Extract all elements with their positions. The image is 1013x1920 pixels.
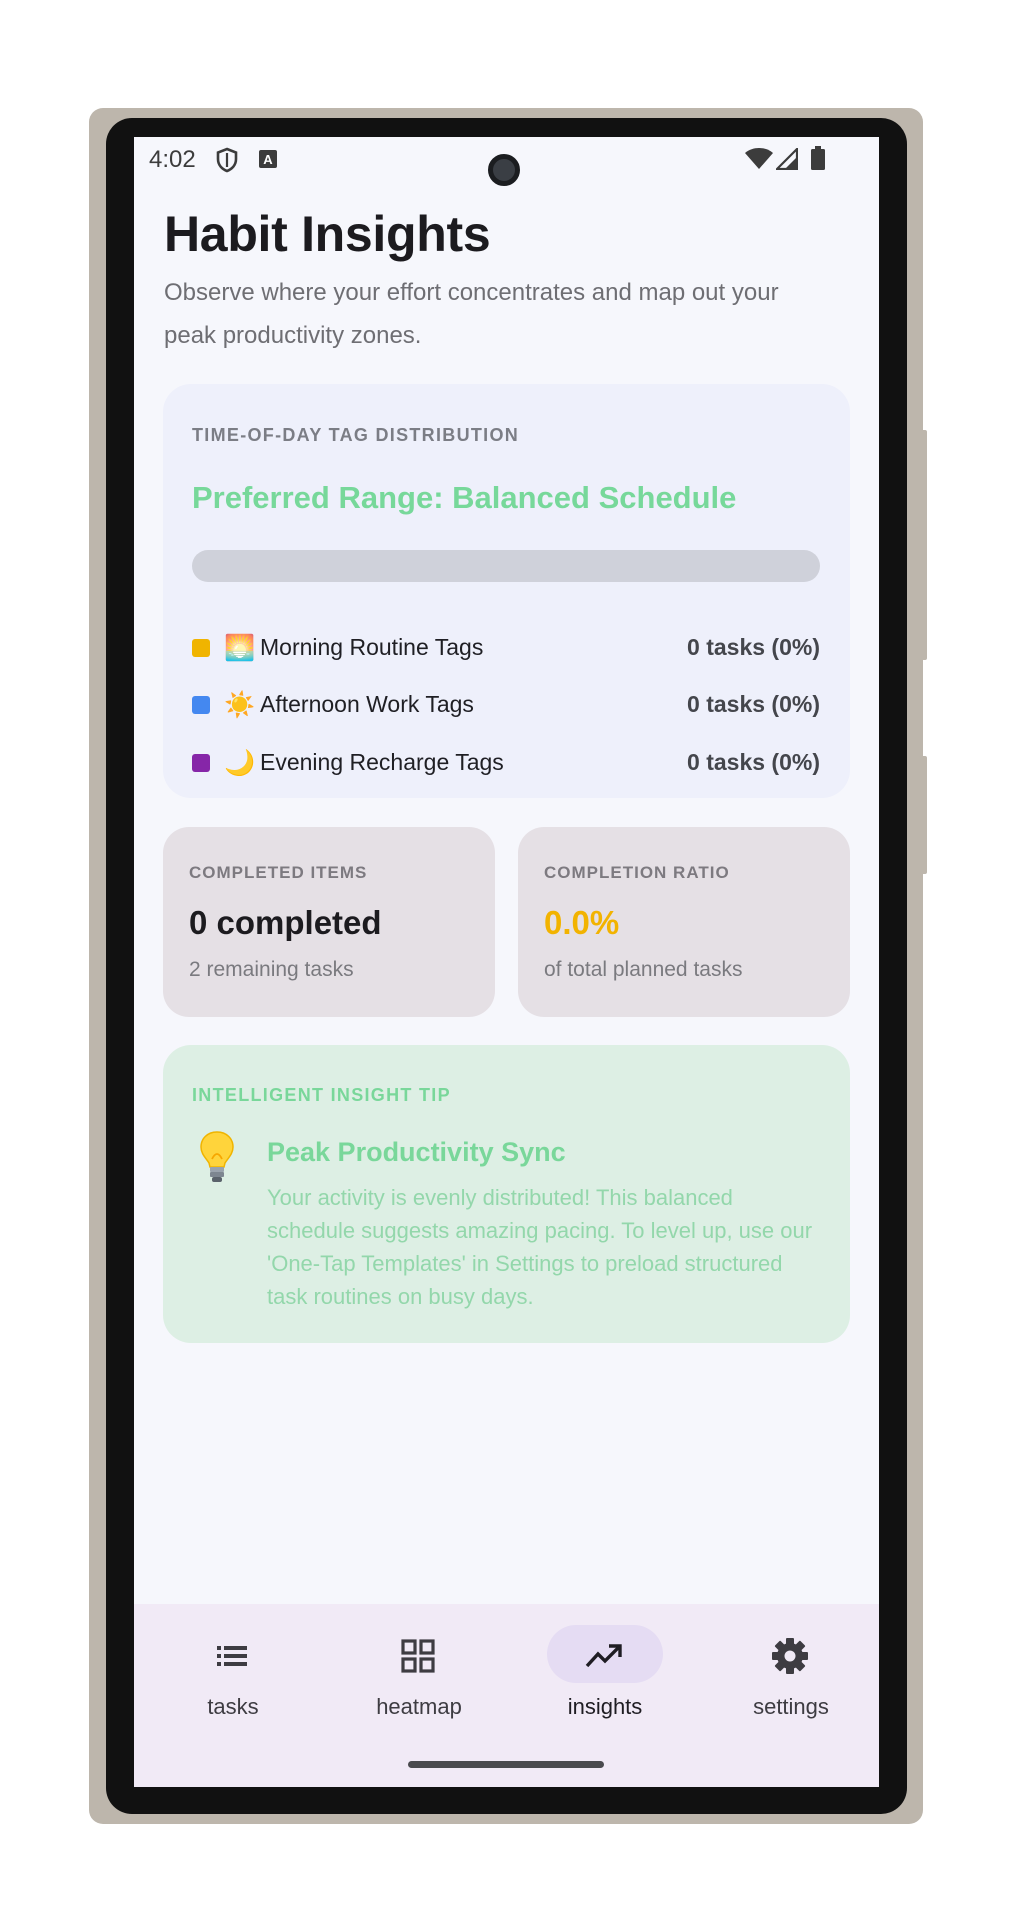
trending-up-icon	[584, 1636, 624, 1676]
ratio-sub: of total planned tasks	[544, 958, 743, 981]
distribution-bar	[192, 550, 820, 582]
completion-ratio-card: COMPLETION RATIO 0.0% of total planned t…	[518, 827, 850, 1017]
completed-items-card: COMPLETED ITEMS 0 completed 2 remaining …	[163, 827, 495, 1017]
nav-label: heatmap	[376, 1694, 462, 1719]
battery-icon	[810, 146, 826, 175]
legend-row-morning: 🌅 Morning Routine Tags 0 tasks (0%)	[192, 631, 820, 665]
tip-caption: INTELLIGENT INSIGHT TIP	[192, 1085, 451, 1105]
legend-value: 0 tasks (0%)	[687, 749, 820, 775]
nav-tasks[interactable]: tasks	[134, 1604, 320, 1734]
list-icon	[212, 1636, 252, 1676]
wifi-icon	[745, 148, 773, 175]
moon-icon: 🌙	[224, 748, 256, 777]
tip-title: Peak Productivity Sync	[267, 1137, 566, 1167]
bottom-navigation: tasks heatmap insights settings	[134, 1604, 879, 1787]
legend-swatch	[192, 754, 210, 772]
remaining-tasks: 2 remaining tasks	[189, 958, 354, 981]
legend-value: 0 tasks (0%)	[687, 634, 820, 660]
shield-icon	[216, 147, 238, 178]
nav-insights[interactable]: insights	[506, 1604, 692, 1734]
nav-settings[interactable]: settings	[692, 1604, 878, 1734]
svg-text:A: A	[263, 152, 273, 167]
lightbulb-icon	[197, 1129, 237, 1185]
distribution-card: TIME-OF-DAY TAG DISTRIBUTION Preferred R…	[163, 384, 850, 798]
tip-body: Your activity is evenly distributed! Thi…	[267, 1185, 813, 1309]
grid-icon	[398, 1636, 438, 1676]
nav-heatmap[interactable]: heatmap	[320, 1604, 506, 1734]
legend-swatch	[192, 639, 210, 657]
signal-icon	[774, 146, 799, 175]
legend-label: Evening Recharge Tags	[260, 749, 504, 775]
keyboard-a-icon: A	[258, 149, 278, 174]
insight-tip-card: INTELLIGENT INSIGHT TIP Peak Productivit…	[163, 1045, 850, 1343]
screen: 4:02 A Habit Insights Observe where your…	[134, 137, 879, 1787]
preferred-range: Preferred Range: Balanced Schedule	[192, 480, 737, 515]
legend-row-evening: 🌙 Evening Recharge Tags 0 tasks (0%)	[192, 746, 820, 780]
sun-icon: ☀️	[224, 690, 256, 719]
page-subtitle: Observe where your effort concentrates a…	[164, 279, 779, 349]
sunrise-icon: 🌅	[224, 633, 256, 662]
nav-label: tasks	[207, 1694, 259, 1719]
distribution-caption: TIME-OF-DAY TAG DISTRIBUTION	[192, 425, 520, 445]
completed-caption: COMPLETED ITEMS	[189, 863, 368, 882]
ratio-value: 0.0%	[544, 904, 620, 941]
nav-label: settings	[753, 1694, 829, 1719]
legend-label: Afternoon Work Tags	[260, 691, 474, 717]
ratio-caption: COMPLETION RATIO	[544, 863, 730, 882]
legend-value: 0 tasks (0%)	[687, 691, 820, 717]
gear-icon	[770, 1636, 810, 1676]
page-title: Habit Insights	[164, 206, 491, 262]
legend-label: Morning Routine Tags	[260, 634, 484, 660]
legend-row-afternoon: ☀️ Afternoon Work Tags 0 tasks (0%)	[192, 688, 820, 722]
nav-label: insights	[567, 1694, 643, 1719]
legend-swatch	[192, 696, 210, 714]
completed-value: 0 completed	[189, 904, 382, 941]
front-camera	[488, 154, 520, 186]
volume-button	[919, 430, 927, 660]
power-button	[919, 756, 927, 874]
status-time: 4:02	[149, 146, 196, 173]
home-indicator[interactable]	[408, 1761, 604, 1768]
